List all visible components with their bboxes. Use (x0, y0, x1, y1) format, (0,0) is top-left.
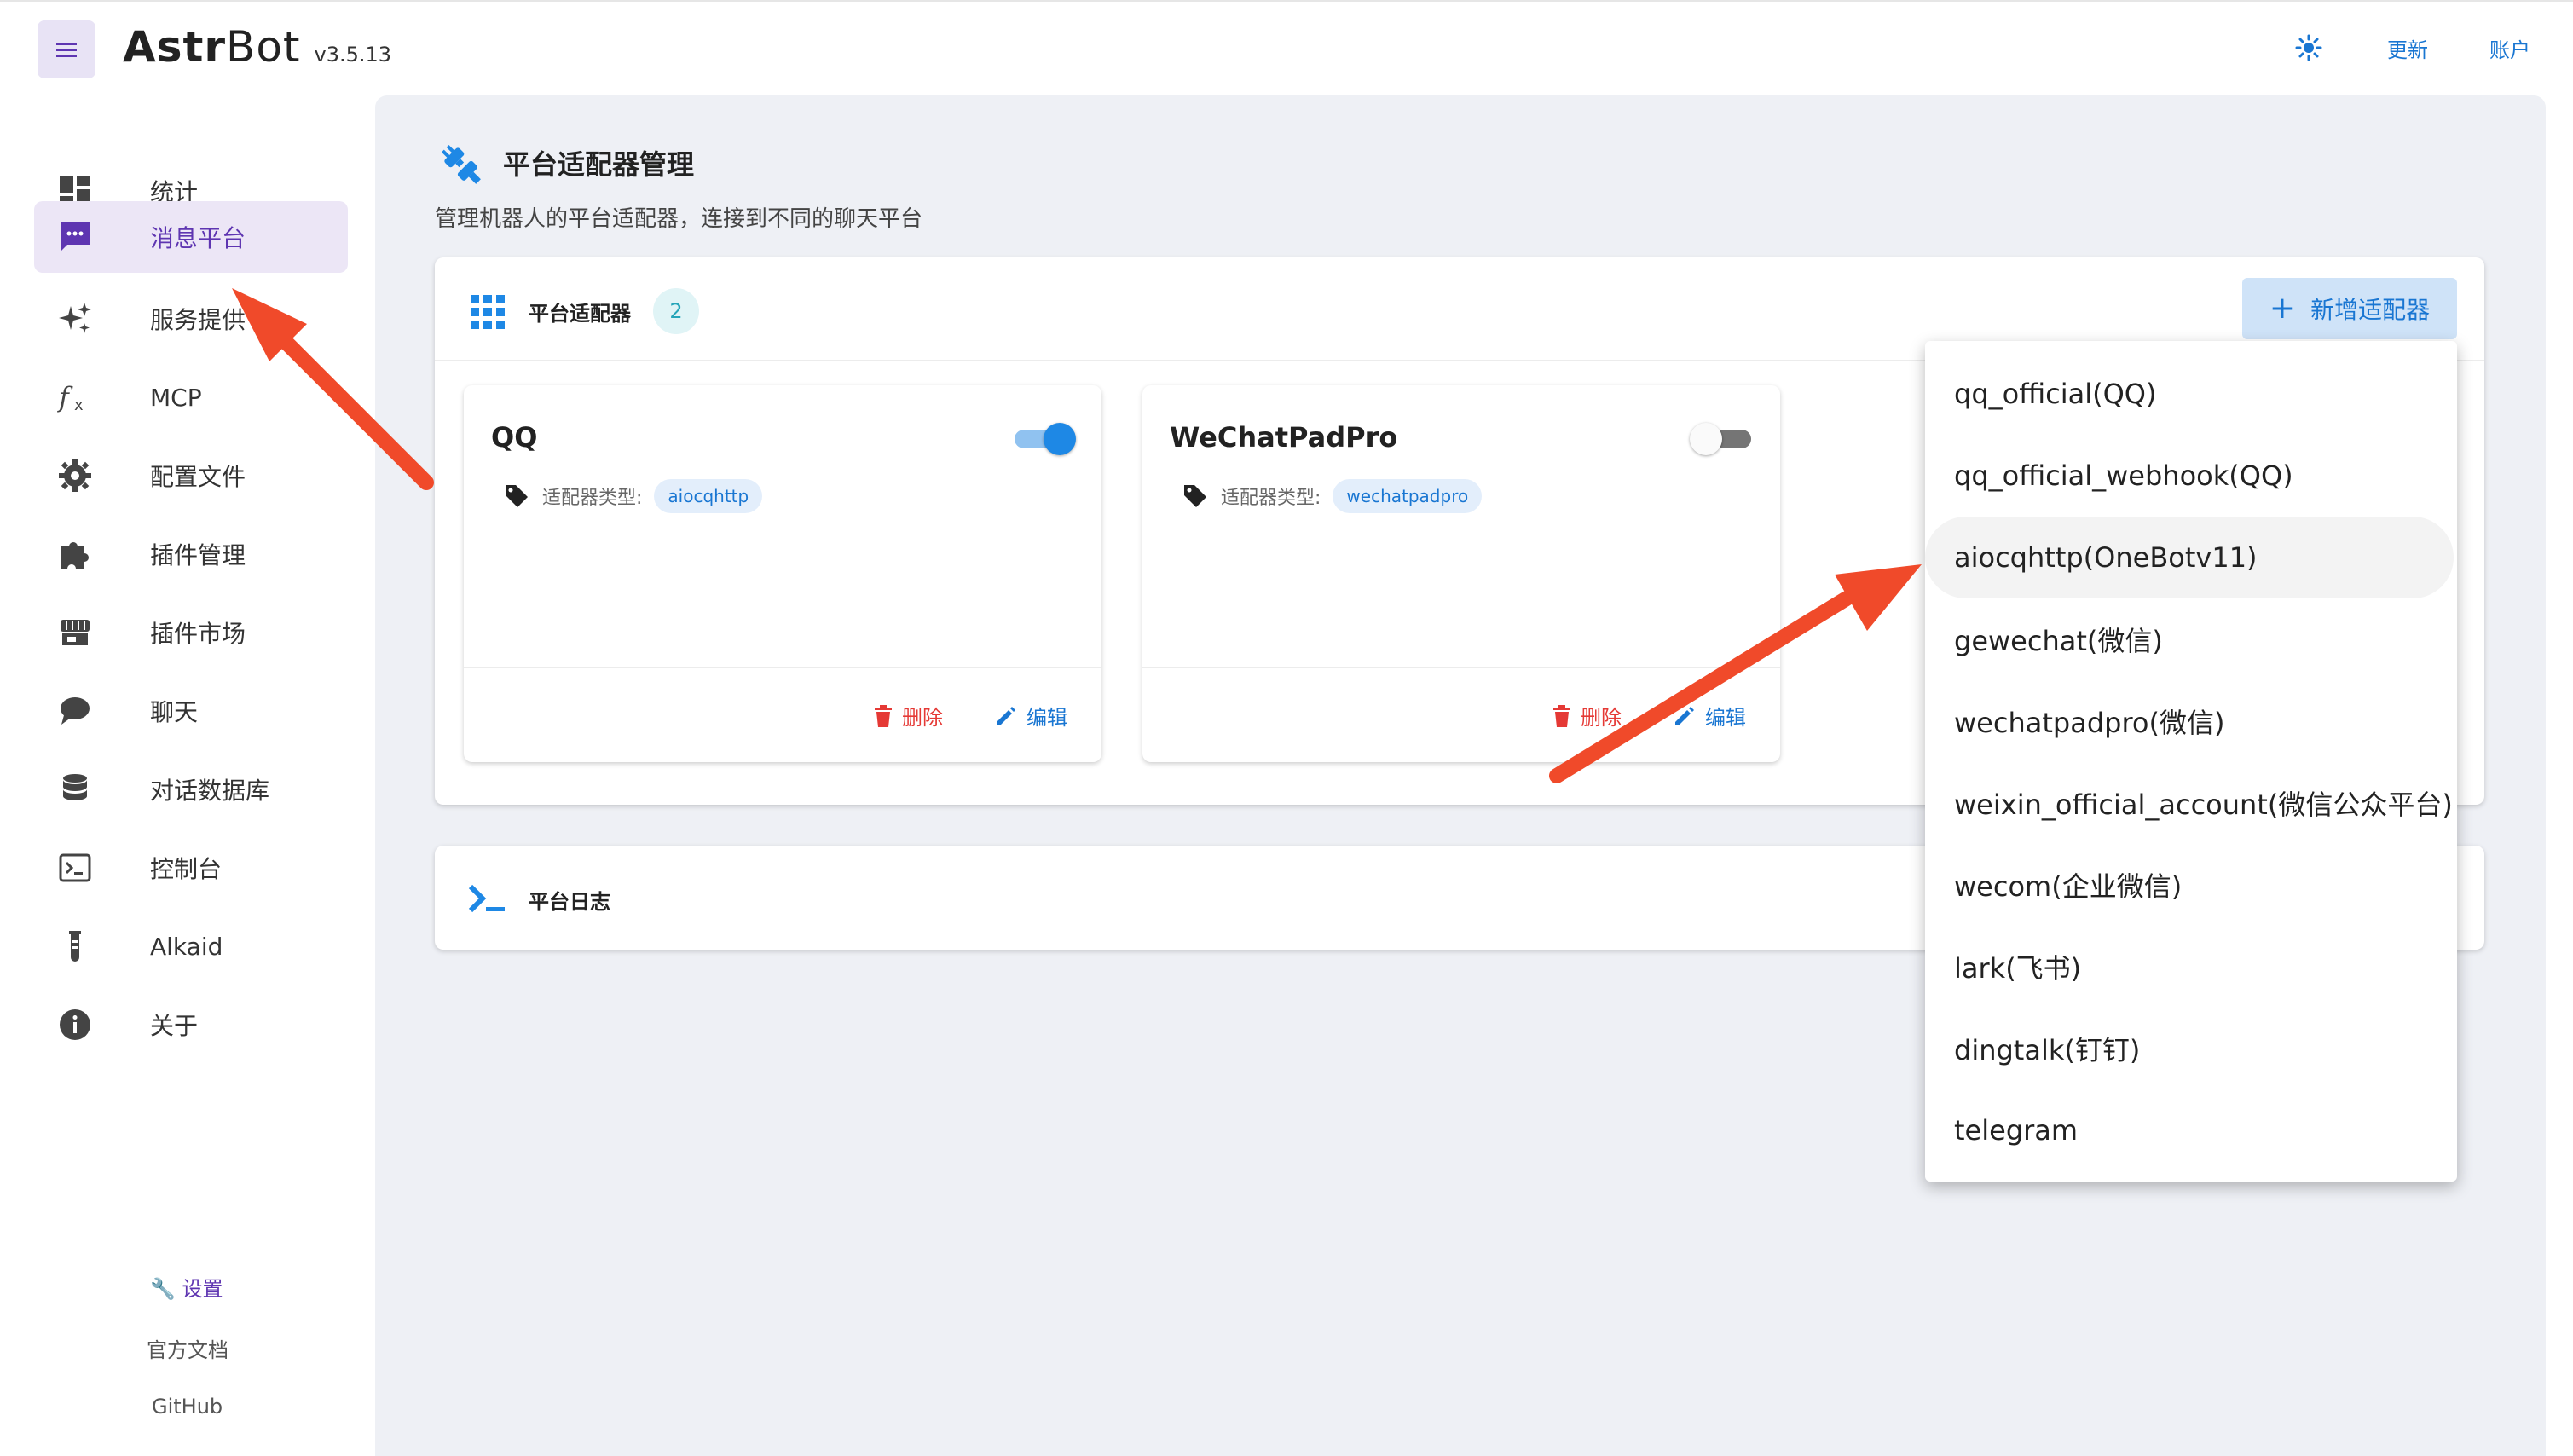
sidebar-item-chat[interactable]: 聊天 (34, 675, 348, 747)
dropdown-item[interactable]: qq_official(QQ) (1925, 353, 2457, 435)
platform-log-title: 平台日志 (529, 890, 610, 914)
divider (464, 667, 1101, 668)
sidebar-item-plugin-manage[interactable]: 插件管理 (34, 518, 348, 590)
adapter-type-chip: aiocqhttp (654, 479, 763, 513)
dropdown-item[interactable]: lark(飞书) (1925, 926, 2457, 1008)
adapter-card-qq: QQ 适配器类型: aiocqhttp 删除 编辑 (464, 385, 1101, 762)
dropdown-item[interactable]: qq_official_webhook(QQ) (1925, 435, 2457, 517)
sidebar-item-label: 控制台 (150, 855, 223, 883)
tag-icon (506, 485, 528, 507)
sidebar-item-label: 插件管理 (150, 541, 246, 569)
trash-icon (1553, 704, 1570, 727)
database-icon (55, 769, 95, 810)
sidebar-item-label: MCP (150, 383, 202, 412)
store-icon (55, 612, 95, 653)
message-icon (55, 217, 95, 257)
sidebar-item-service-provider[interactable]: 服务提供 (34, 283, 348, 355)
sidebar-item-label: 消息平台 (150, 224, 246, 252)
dropdown-item[interactable]: aiocqhttp(OneBotv11) (1925, 517, 2454, 598)
sidebar-item-label: 配置文件 (150, 463, 246, 491)
sidebar-item-conversation-db[interactable]: 对话数据库 (34, 754, 348, 825)
adapter-card-wechatpadpro: WeChatPadPro 适配器类型: wechatpadpro 删除 编辑 (1142, 385, 1780, 762)
adapter-count-badge: 2 (653, 288, 699, 334)
divider (1142, 667, 1780, 668)
dropdown-item[interactable]: wechatpadpro(微信) (1925, 680, 2457, 762)
info-icon (55, 1004, 95, 1045)
adapter-type-label: 适配器类型: (542, 488, 643, 509)
plus-icon: + (2269, 291, 2296, 326)
function-icon: fx (55, 377, 95, 418)
svg-text:f: f (57, 381, 73, 413)
dropdown-item[interactable]: telegram (1925, 1089, 2457, 1171)
sidebar-item-label: 聊天 (150, 698, 199, 726)
pencil-icon (1675, 706, 1694, 725)
page-subtitle: 管理机器人的平台适配器，连接到不同的聊天平台 (435, 206, 923, 232)
puzzle-icon (55, 534, 95, 575)
sparkle-icon (55, 298, 95, 339)
sidebar-item-message-platform[interactable]: 消息平台 (34, 201, 348, 273)
sidebar-item-console[interactable]: 控制台 (34, 832, 348, 904)
add-adapter-label: 新增适配器 (2310, 296, 2431, 324)
update-button[interactable]: 更新 (2387, 33, 2428, 63)
grid-icon (469, 293, 506, 331)
pencil-icon (997, 706, 1015, 725)
add-adapter-button[interactable]: + 新增适配器 (2242, 278, 2457, 339)
adapter-type-chip: wechatpadpro (1333, 479, 1483, 513)
edit-button[interactable]: 编辑 (1673, 701, 1746, 731)
adapter-name: QQ (491, 421, 538, 454)
console-prompt-icon (467, 878, 508, 919)
flask-icon (55, 926, 95, 967)
menu-icon (56, 43, 77, 57)
sidebar-item-label: 插件市场 (150, 620, 246, 648)
dropdown-item[interactable]: dingtalk(钉钉) (1925, 1008, 2457, 1089)
adapter-type-dropdown: qq_official(QQ) qq_official_webhook(QQ) … (1925, 341, 2457, 1182)
adapters-card-title: 平台适配器 (529, 302, 631, 326)
delete-button[interactable]: 删除 (873, 701, 943, 731)
dropdown-item[interactable]: wecom(企业微信) (1925, 844, 2457, 926)
page-title: 平台适配器管理 (503, 148, 695, 181)
console-icon (55, 847, 95, 888)
docs-link[interactable]: 官方文档 (147, 1333, 228, 1363)
account-button[interactable]: 账户 (2489, 33, 2530, 63)
svg-text:x: x (74, 396, 84, 414)
sidebar-item-label: 对话数据库 (150, 777, 270, 805)
sidebar-item-config[interactable]: 配置文件 (34, 440, 348, 511)
edit-button[interactable]: 编辑 (994, 701, 1067, 731)
delete-button[interactable]: 删除 (1552, 701, 1622, 731)
sidebar: 统计 消息平台 服务提供 fx MCP 配置文件 插件管理 插件市场 聊天 对话… (0, 95, 375, 1456)
hamburger-menu-button[interactable] (38, 20, 95, 78)
brand: AstrBot v3.5.13 (123, 22, 391, 72)
github-link[interactable]: GitHub (152, 1395, 223, 1418)
trash-icon (875, 704, 892, 727)
tag-icon (1184, 485, 1206, 507)
sidebar-item-label: 服务提供 (150, 306, 246, 334)
adapter-type-label: 适配器类型: (1221, 488, 1321, 509)
dropdown-item[interactable]: weixin_official_account(微信公众平台) (1925, 762, 2457, 844)
gear-icon (55, 455, 95, 496)
sidebar-item-alkaid[interactable]: Alkaid (34, 910, 348, 982)
settings-link[interactable]: 🔧 设置 (150, 1272, 223, 1302)
adapter-enable-toggle[interactable] (1690, 421, 1755, 455)
sidebar-item-label: 关于 (150, 1012, 199, 1040)
sidebar-item-label: Alkaid (150, 932, 223, 961)
chat-icon (55, 690, 95, 731)
top-app-bar: AstrBot v3.5.13 更新 账户 (0, 0, 2573, 95)
sidebar-item-plugin-market[interactable]: 插件市场 (34, 597, 348, 668)
sidebar-item-mcp[interactable]: fx MCP (34, 361, 348, 433)
plug-icon (437, 140, 488, 191)
adapter-name: WeChatPadPro (1170, 421, 1398, 454)
sun-icon[interactable] (2292, 31, 2326, 65)
sidebar-item-about[interactable]: 关于 (34, 989, 348, 1060)
adapter-enable-toggle[interactable] (1011, 421, 1076, 455)
dropdown-item[interactable]: gewechat(微信) (1925, 598, 2457, 680)
app-name: AstrBot (123, 22, 301, 72)
app-version: v3.5.13 (314, 43, 392, 66)
